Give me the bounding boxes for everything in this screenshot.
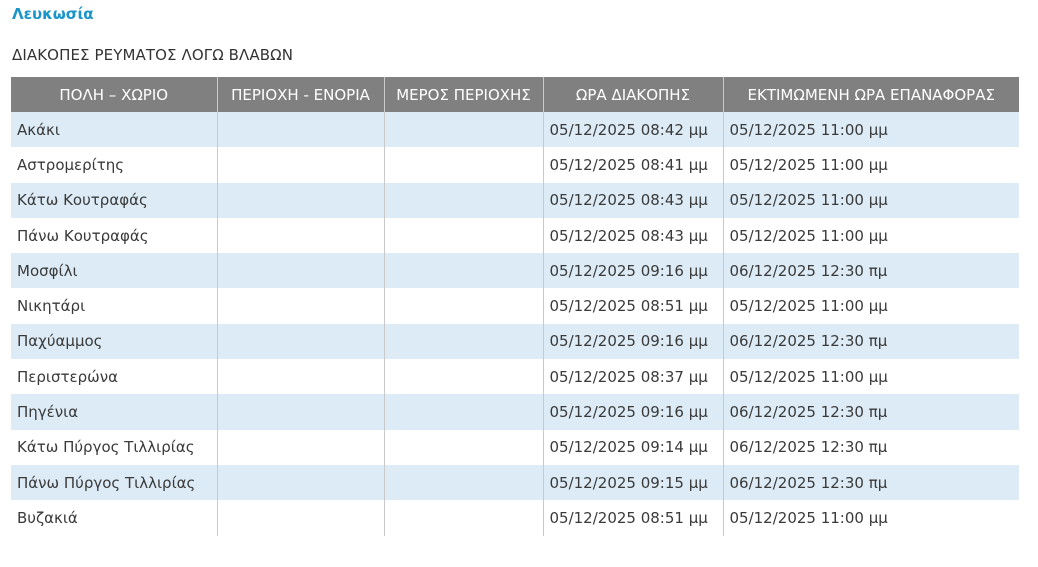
table-row: Νικητάρι 05/12/2025 08:51 μμ 05/12/2025 11… bbox=[11, 288, 1019, 324]
column-header-restore-time: ΕΚΤΙΜΩΜΕΝΗ ΩΡΑ ΕΠΑΝΑΦΟΡΑΣ bbox=[722, 77, 1019, 112]
cell-area-part bbox=[383, 288, 543, 324]
column-header-area-part: ΜΕΡΟΣ ΠΕΡΙΟΧΗΣ bbox=[383, 77, 543, 112]
column-header-village: ΠΟΛΗ – ΧΩΡΙΟ bbox=[11, 77, 217, 112]
table-row: Πηγένια 05/12/2025 09:16 μμ 06/12/2025 12:… bbox=[11, 394, 1019, 430]
cell-restore-time: 05/12/2025 11:00 μμ bbox=[722, 112, 1019, 148]
region-link[interactable]: Λευκωσία bbox=[12, 5, 94, 23]
cell-restore-time: 06/12/2025 12:30 πμ bbox=[722, 429, 1019, 465]
cell-area-part bbox=[383, 429, 543, 465]
cell-village: Παχύαμμος bbox=[11, 323, 217, 360]
cell-parish bbox=[216, 253, 384, 289]
cell-area-part bbox=[383, 112, 543, 148]
table-row: Πάνω Πύργος Τιλλιρίας 05/12/2025 09:15 μμ… bbox=[11, 464, 1019, 501]
cell-outage-time: 05/12/2025 09:16 μμ bbox=[542, 394, 723, 430]
cell-parish bbox=[216, 323, 384, 360]
cell-parish bbox=[216, 288, 384, 324]
cell-area-part bbox=[383, 394, 543, 430]
cell-outage-time: 05/12/2025 08:51 μμ bbox=[542, 288, 723, 324]
cell-area-part bbox=[383, 253, 543, 289]
cell-parish bbox=[216, 147, 384, 183]
cell-restore-time: 06/12/2025 12:30 πμ bbox=[722, 464, 1019, 501]
cell-restore-time: 05/12/2025 11:00 μμ bbox=[722, 147, 1019, 183]
cell-area-part bbox=[383, 359, 543, 395]
cell-area-part bbox=[383, 147, 543, 183]
cell-parish bbox=[216, 394, 384, 430]
table-row: Βυζακιά 05/12/2025 08:51 μμ 05/12/2025 11:… bbox=[11, 500, 1019, 536]
cell-parish bbox=[216, 112, 384, 148]
table-row: Αστρομερίτης 05/12/2025 08:41 μμ 05/12/202… bbox=[11, 147, 1019, 183]
table-row: Παχύαμμος 05/12/2025 09:16 μμ 06/12/2025 1… bbox=[11, 323, 1019, 360]
cell-village: Μοσφίλι bbox=[11, 253, 217, 289]
cell-parish bbox=[216, 429, 384, 465]
table-row: Κάτω Πύργος Τιλλιρίας 05/12/2025 09:14 μμ… bbox=[11, 429, 1019, 465]
cell-outage-time: 05/12/2025 08:43 μμ bbox=[542, 182, 723, 218]
cell-outage-time: 05/12/2025 08:41 μμ bbox=[542, 147, 723, 183]
cell-restore-time: 05/12/2025 11:00 μμ bbox=[722, 182, 1019, 218]
cell-village: Ακάκι bbox=[11, 112, 217, 148]
outages-table: ΠΟΛΗ – ΧΩΡΙΟ ΠΕΡΙΟΧΗ - ΕΝΟΡΙΑ ΜΕΡΟΣ ΠΕΡΙ… bbox=[11, 77, 1019, 536]
cell-area-part bbox=[383, 182, 543, 218]
cell-restore-time: 05/12/2025 11:00 μμ bbox=[722, 288, 1019, 324]
table-header: ΠΟΛΗ – ΧΩΡΙΟ ΠΕΡΙΟΧΗ - ΕΝΟΡΙΑ ΜΕΡΟΣ ΠΕΡΙ… bbox=[11, 77, 1019, 112]
cell-village: Πάνω Πύργος Τιλλιρίας bbox=[11, 464, 217, 501]
cell-village: Πηγένια bbox=[11, 394, 217, 430]
cell-parish bbox=[216, 182, 384, 218]
cell-area-part bbox=[383, 217, 543, 254]
table-title: ΔΙΑΚΟΠΕΣ ΡΕΥΜΑΤΟΣ ΛΟΓΩ ΒΛΑΒΩΝ bbox=[12, 46, 294, 64]
column-header-outage-time: ΩΡΑ ΔΙΑΚΟΠΗΣ bbox=[542, 77, 723, 112]
cell-restore-time: 06/12/2025 12:30 πμ bbox=[722, 394, 1019, 430]
cell-outage-time: 05/12/2025 08:37 μμ bbox=[542, 359, 723, 395]
cell-village: Βυζακιά bbox=[11, 500, 217, 536]
cell-village: Πάνω Κουτραφάς bbox=[11, 217, 217, 254]
cell-area-part bbox=[383, 323, 543, 360]
cell-village: Νικητάρι bbox=[11, 288, 217, 324]
cell-parish bbox=[216, 359, 384, 395]
cell-village: Κάτω Πύργος Τιλλιρίας bbox=[11, 429, 217, 465]
cell-parish bbox=[216, 500, 384, 536]
cell-village: Αστρομερίτης bbox=[11, 147, 217, 183]
cell-restore-time: 05/12/2025 11:00 μμ bbox=[722, 217, 1019, 254]
column-header-parish: ΠΕΡΙΟΧΗ - ΕΝΟΡΙΑ bbox=[216, 77, 384, 112]
cell-village: Κάτω Κουτραφάς bbox=[11, 182, 217, 218]
table-row: Μοσφίλι 05/12/2025 09:16 μμ 06/12/2025 12:… bbox=[11, 253, 1019, 289]
table-row: Κάτω Κουτραφάς 05/12/2025 08:43 μμ 05/12/2… bbox=[11, 182, 1019, 218]
table-row: Περιστερώνα 05/12/2025 08:37 μμ 05/12/2025… bbox=[11, 359, 1019, 395]
cell-outage-time: 05/12/2025 09:15 μμ bbox=[542, 464, 723, 501]
cell-parish bbox=[216, 217, 384, 254]
cell-area-part bbox=[383, 464, 543, 501]
cell-area-part bbox=[383, 500, 543, 536]
cell-outage-time: 05/12/2025 08:43 μμ bbox=[542, 217, 723, 254]
table-body: Ακάκι 05/12/2025 08:42 μμ 05/12/2025 11:00… bbox=[11, 112, 1019, 536]
table-row: Πάνω Κουτραφάς 05/12/2025 08:43 μμ 05/12/2… bbox=[11, 217, 1019, 254]
table-row: Ακάκι 05/12/2025 08:42 μμ 05/12/2025 11:00… bbox=[11, 112, 1019, 148]
cell-restore-time: 05/12/2025 11:00 μμ bbox=[722, 500, 1019, 536]
header-row: ΠΟΛΗ – ΧΩΡΙΟ ΠΕΡΙΟΧΗ - ΕΝΟΡΙΑ ΜΕΡΟΣ ΠΕΡΙ… bbox=[11, 77, 1019, 112]
cell-outage-time: 05/12/2025 08:51 μμ bbox=[542, 500, 723, 536]
cell-parish bbox=[216, 464, 384, 501]
cell-outage-time: 05/12/2025 09:14 μμ bbox=[542, 429, 723, 465]
cell-outage-time: 05/12/2025 09:16 μμ bbox=[542, 323, 723, 360]
cell-restore-time: 06/12/2025 12:30 πμ bbox=[722, 323, 1019, 360]
cell-restore-time: 05/12/2025 11:00 μμ bbox=[722, 359, 1019, 395]
cell-village: Περιστερώνα bbox=[11, 359, 217, 395]
cell-restore-time: 06/12/2025 12:30 πμ bbox=[722, 253, 1019, 289]
cell-outage-time: 05/12/2025 09:16 μμ bbox=[542, 253, 723, 289]
cell-outage-time: 05/12/2025 08:42 μμ bbox=[542, 112, 723, 148]
